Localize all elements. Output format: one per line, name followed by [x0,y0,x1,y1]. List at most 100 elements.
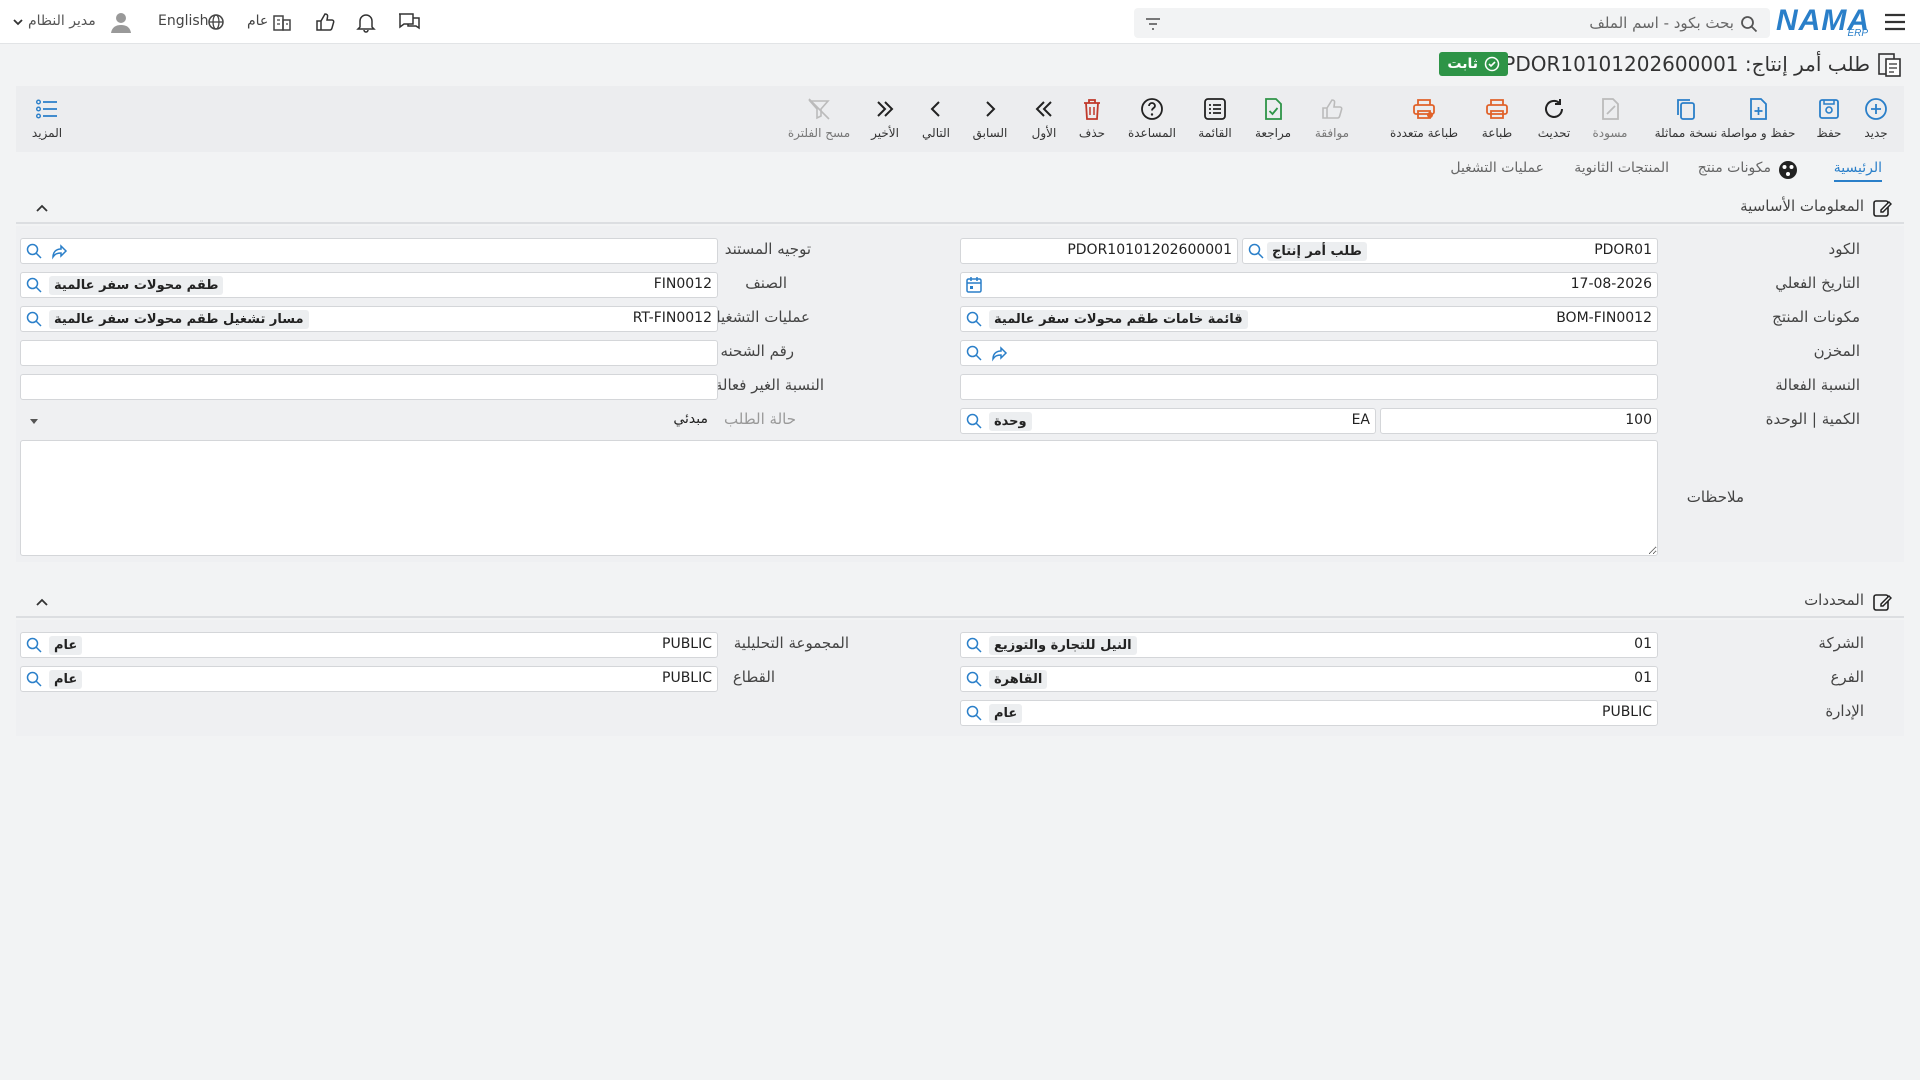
print-button[interactable]: طباعة [1457,86,1537,152]
company-label: الشركة [1818,634,1864,652]
notes-textarea[interactable] [20,440,1658,556]
search-input[interactable] [1194,8,1734,38]
lookup-icon[interactable] [965,412,983,430]
date-label: التاريخ الفعلي [1775,274,1860,292]
lookup-icon[interactable] [965,704,983,722]
company-field[interactable]: 01 النيل للتجارة والتوزيع [960,632,1658,658]
chat-icon[interactable] [397,11,421,33]
building-icon[interactable] [272,12,292,32]
lookup-icon[interactable] [965,310,983,328]
logo[interactable]: NAMA ERP [1776,4,1870,39]
item-field[interactable]: FIN0012 طقم محولات سفر عالمية [20,272,718,298]
draft-icon [1602,98,1619,120]
section-title: المحددات [1804,591,1864,609]
effective-ratio-field[interactable] [960,374,1658,400]
department-field[interactable]: PUBLIC عام [960,700,1658,726]
branch-label: الفرع [1830,668,1864,686]
doc-route-field[interactable] [20,238,718,264]
lookup-icon[interactable] [25,636,43,654]
notes-label: ملاحظات [1686,488,1744,506]
bom-field[interactable]: BOM-FIN0012 قائمة خامات طقم محولات سفر ع… [960,306,1658,332]
share-icon[interactable] [991,344,1009,362]
shipment-field[interactable] [20,340,718,366]
ineffective-ratio-field[interactable] [20,374,718,400]
help-icon [1141,98,1163,120]
branch-field[interactable]: 01 القاهرة [960,666,1658,692]
quantity-field[interactable]: 100 [1380,408,1658,434]
edit-icon [1873,594,1892,611]
sector-name-tag: عام [49,670,83,689]
dimensions-header[interactable]: المحددات [16,586,1904,618]
save-continue-button[interactable]: حفظ و مواصلة [1718,86,1798,152]
chevron-up-icon[interactable] [32,198,52,218]
globe-icon[interactable] [207,13,225,31]
list-settings-icon [36,99,57,119]
warehouse-label: المخزن [1813,342,1860,360]
code-field[interactable]: PDOR01 طلب أمر إنتاج [1242,238,1658,264]
section-title: المعلومات الأساسية [1740,197,1864,215]
effective-ratio-label: النسبة الفعالة [1775,376,1860,394]
lookup-icon[interactable] [965,670,983,688]
warehouse-field[interactable] [960,340,1658,366]
check-circle-icon [1484,56,1500,72]
public-label[interactable]: عام [247,13,268,29]
status-badge: ثابت [1439,52,1508,76]
top-bar: NAMA ERP مدير النظام English عام [0,0,1920,44]
thumbs-up-icon [1322,99,1343,119]
unit-field[interactable]: EA وحدة [960,408,1376,434]
tab-byproducts[interactable]: المنتجات الثانوية [1574,160,1669,176]
action-toolbar: جديد حفظ حفظ و مواصلة نسخة مماثلة مسودة … [16,86,1904,152]
sector-field[interactable]: PUBLIC عام [20,666,718,692]
multi-print-button[interactable]: طباعة متعددة [1384,86,1464,152]
qty-unit-label: الكمية | الوحدة [1765,410,1860,428]
file-plus-icon [1750,98,1767,120]
thumbs-up-icon[interactable] [314,11,336,33]
calendar-icon[interactable] [965,276,983,294]
bom-label: مكونات المنتج [1772,308,1860,326]
search-icon[interactable] [1740,15,1758,33]
double-chevron-left-icon [1035,101,1052,117]
chevron-up-icon[interactable] [32,592,52,612]
lookup-icon[interactable] [1247,242,1265,260]
refresh-icon [1545,99,1563,118]
analytic-group-field[interactable]: PUBLIC عام [20,632,718,658]
dimensions-panel: الشركة 01 النيل للتجارة والتوزيع المجموع… [16,620,1904,736]
lookup-icon[interactable] [965,636,983,654]
avatar[interactable] [108,9,134,35]
save-button[interactable]: حفظ [1789,86,1869,152]
ops-name-tag: مسار تشغيل طقم محولات سفر عالمية [49,310,309,329]
clear-filter-button[interactable]: مسح الفلترة [779,86,859,152]
tab-main[interactable]: الرئيسية [1833,160,1882,182]
menu-icon[interactable] [1882,10,1908,34]
more-button[interactable]: المزيد [7,86,87,152]
order-status-select[interactable]: مبدئي [20,408,718,434]
filter-icon[interactable] [1144,15,1162,33]
tab-product-components[interactable]: مكونات منتج [1698,160,1771,176]
chevron-down-icon[interactable] [12,16,24,28]
multi-printer-icon [1413,99,1435,119]
lookup-icon[interactable] [25,310,43,328]
lookup-icon[interactable] [965,344,983,362]
share-icon[interactable] [51,242,69,260]
department-name-tag: عام [989,704,1023,723]
code-number-field[interactable]: PDOR10101202600001 [960,238,1238,264]
bell-icon[interactable] [355,11,377,33]
bom-name-tag: قائمة خامات طقم محولات سفر عالمية [989,310,1248,329]
copy-button[interactable]: نسخة مماثلة [1646,86,1726,152]
user-name[interactable]: مدير النظام [28,13,96,29]
tab-operations[interactable]: عمليات التشغيل [1450,160,1544,176]
basic-info-header[interactable]: المعلومات الأساسية [16,192,1904,224]
document-icon [1878,53,1901,77]
lookup-icon[interactable] [25,242,43,260]
doc-route-label: توجيه المستند [724,240,811,258]
lookup-icon[interactable] [25,670,43,688]
item-name-tag: طقم محولات سفر عالمية [49,276,224,295]
date-field[interactable]: 17-08-2026 [960,272,1658,298]
ops-field[interactable]: RT-FIN0012 مسار تشغيل طقم محولات سفر عال… [20,306,718,332]
language-switch[interactable]: English [158,13,209,29]
lookup-icon[interactable] [25,276,43,294]
order-status-label: حالة الطلب [724,410,796,428]
caret-down-icon[interactable] [28,416,40,426]
search-box [1134,8,1770,38]
save-icon [1819,99,1839,119]
